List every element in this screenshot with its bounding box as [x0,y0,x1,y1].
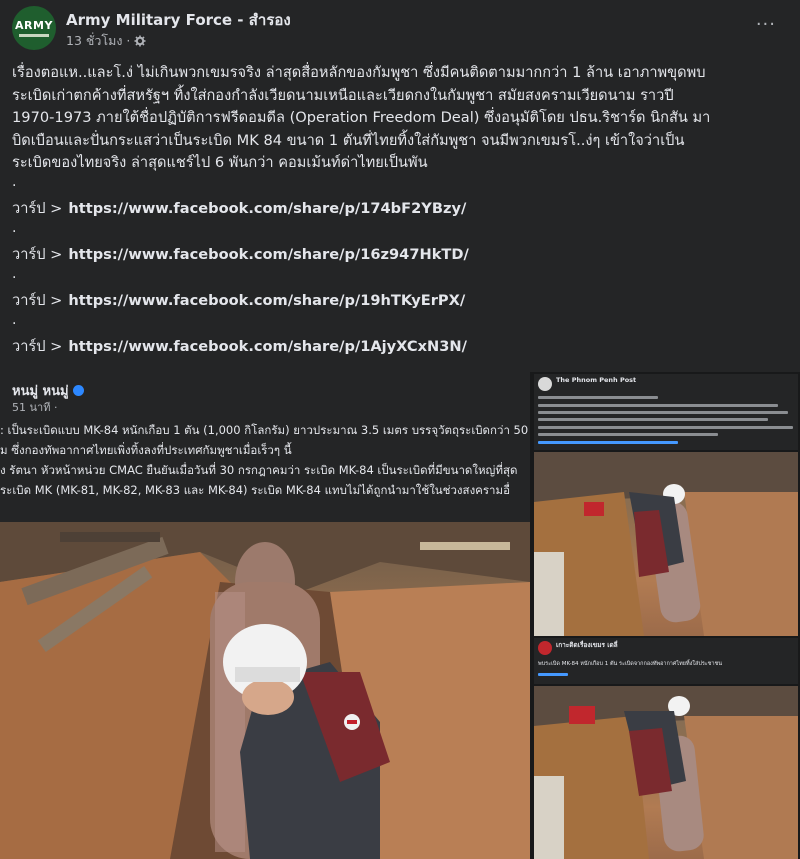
embedded-line: ระเบิด MK (MK-81, MK-82, MK-83 และ MK-84… [0,483,510,497]
warp-link-row: วาร์ป > https://www.facebook.com/share/p… [12,198,792,221]
warp-link-row: วาร์ป > https://www.facebook.com/share/p… [12,290,792,313]
warp-label: วาร์ป > [12,199,63,217]
embedded-line: ง รัตนา หัวหน้าหน่วย CMAC ยืนยันเมื่อวัน… [0,463,518,477]
embedded-line: ม ซึ่งกองทัพอากาศไทยเพิ่งทิ้งลงที่ประเทศ… [0,443,292,457]
share-link-3[interactable]: https://www.facebook.com/share/p/19hTKyE… [68,290,465,313]
kh-page-name: เกาะติดเรื่องเขมร เดลี่ [556,641,618,649]
page-avatar[interactable]: ARMY [12,6,56,50]
kh-page-logo-icon [538,641,552,655]
text-line [538,418,768,421]
text-line [538,404,778,407]
audience-gear-icon[interactable] [134,35,146,47]
ppp-photo [534,452,798,636]
text-line [538,433,718,436]
excavation-scene-small [534,452,798,636]
warp-label: วาร์ป > [12,337,63,355]
embedded-screenshot-left[interactable]: หนมู่ หนมู่ 51 นาที · : เป็นระเบิดแบบ MK… [0,372,530,859]
text-line [538,441,678,444]
embedded-screenshot-right[interactable]: The Phnom Penh Post เกาะติดเรื่องเขมร เด… [531,372,800,859]
post-body: เรื่องตอแห..และโ.ง่ ไม่เกินพวกเขมรจริง ล… [12,62,792,359]
army-logo-text: ARMY [15,19,53,32]
hashtag-line [538,673,568,676]
more-options-button[interactable]: ··· [756,14,776,35]
warp-link-row: วาร์ป > https://www.facebook.com/share/p… [12,244,792,267]
post-time[interactable]: 13 ชั่วโมง · [66,31,130,51]
text-line [538,426,793,429]
post-meta: 13 ชั่วโมง · [66,31,146,51]
kh-photo [534,686,798,859]
warp-link-row: วาร์ป > https://www.facebook.com/share/p… [12,336,792,359]
ppp-post-card: The Phnom Penh Post [534,374,798,450]
post-paragraph: เรื่องตอแห..และโ.ง่ ไม่เกินพวกเขมรจริง ล… [12,64,711,171]
share-link-4[interactable]: https://www.facebook.com/share/p/1AjyXCx… [68,336,467,359]
warp-label: วาร์ป > [12,245,63,263]
text-line [538,411,788,414]
verified-badge-icon [72,385,84,396]
post-header: ARMY Army Military Force - สำรอง 13 ชั่ว… [12,4,788,52]
embedded-time: 51 นาที · [12,401,58,414]
logo-underline [19,34,49,37]
kh-post-text: พบระเบิด MK-84 หนักเกือบ 1 ตัน ระเบิดจาก… [538,661,723,667]
separator-dot: . [12,311,17,328]
ppp-logo-icon [538,377,552,391]
share-link-2[interactable]: https://www.facebook.com/share/p/16z947H… [68,244,468,267]
page-name-link[interactable]: Army Military Force - สำรอง [66,8,291,32]
excavation-scene [0,522,530,859]
embedded-line: : เป็นระเบิดแบบ MK-84 หนักเกือบ 1 ตัน (1… [0,423,529,437]
separator-dot: . [12,219,17,236]
embedded-post-header: หนมู่ หนมู่ 51 นาที · : เป็นระเบิดแบบ MK… [0,372,530,520]
kh-post-card: เกาะติดเรื่องเขมร เดลี่ พบระเบิด MK-84 ห… [534,638,798,684]
warp-label: วาร์ป > [12,291,63,309]
photo-collage[interactable]: หนมู่ หนมู่ 51 นาที · : เป็นระเบิดแบบ MK… [0,372,800,859]
separator-dot: . [12,173,17,190]
separator-dot: . [12,265,17,282]
excavation-scene-small-2 [534,686,798,859]
bomb-excavation-photo [0,522,530,859]
text-line [538,396,658,399]
ppp-name: The Phnom Penh Post [556,376,637,384]
share-link-1[interactable]: https://www.facebook.com/share/p/174bF2Y… [68,198,466,221]
embedded-text: : เป็นระเบิดแบบ MK-84 หนักเกือบ 1 ตัน (1… [0,420,528,500]
embedded-author-name: หนมู่ หนมู่ [12,384,69,399]
